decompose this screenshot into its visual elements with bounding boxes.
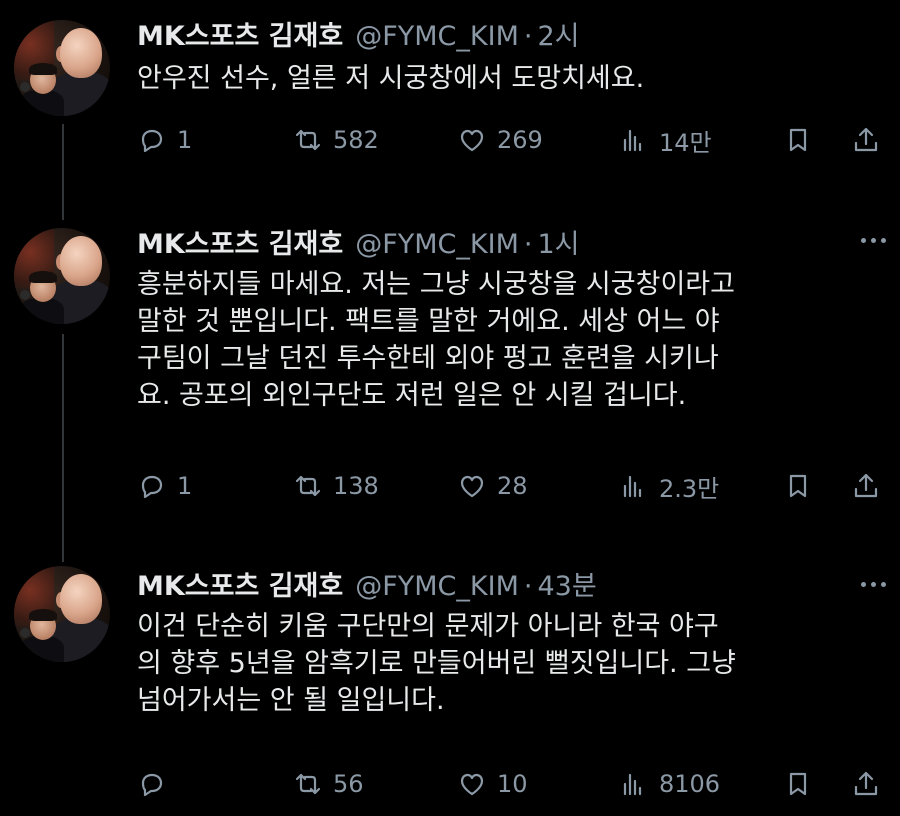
tweet-header: MK스포츠 김재호 @FYMC_KIM · 2시 [137,14,580,53]
avatar[interactable] [14,228,110,324]
tweet-text-line: 구팀이 그날 던진 투수한테 외야 펑고 훈련을 시키나 [137,343,719,374]
display-name[interactable]: MK스포츠 김재호 [137,14,343,53]
tweet[interactable]: MK스포츠 김재호 @FYMC_KIM · 43분 이건 단순히 키움 구단만의… [0,552,900,816]
like-button[interactable]: 28 [457,468,528,504]
like-count: 28 [497,472,528,500]
tweet-text-line: 이건 단순히 키움 구단만의 문제가 아니라 한국 야구 [137,611,719,642]
share-icon [854,127,878,152]
separator-dot: · [523,229,533,260]
bookmark-icon [789,474,807,498]
timestamp[interactable]: 43분 [537,564,596,603]
timestamp[interactable]: 2시 [537,14,579,53]
tweet-text-line: 의 향후 5년을 암흑기로 만들어버린 뻘짓입니다. 그냥 [137,648,736,679]
tweet-text-line: 말한 것 뿐입니다. 팩트를 말한 거에요. 세상 어느 야 [137,306,720,337]
retweet-button[interactable]: 582 [293,122,379,158]
reply-count: 1 [177,472,193,500]
share-button[interactable] [851,122,881,158]
tweet-text-line: 안우진 선수, 얼른 저 시궁창에서 도망치세요. [137,63,645,94]
share-icon [854,473,878,498]
retweet-count: 138 [333,472,379,500]
views-button[interactable]: 8106 [619,766,720,802]
views-count: 2.3만 [659,474,720,503]
retweet-button[interactable]: 138 [293,468,379,504]
heart-icon [460,129,484,152]
views-count: 14만 [659,128,712,157]
reply-button[interactable] [137,766,177,802]
bookmark-button[interactable] [783,468,813,504]
heart-icon [460,475,484,498]
bookmark-icon [789,772,807,796]
bookmark-button[interactable] [783,766,813,802]
views-icon [623,773,642,796]
views-button[interactable]: 14만 [619,122,712,158]
tweet-text-line: 넘어가서는 안 될 일입니다. [137,685,445,716]
tweet[interactable]: MK스포츠 김재호 @FYMC_KIM · 1시 흥분하지들 마세요. 저는 그… [0,208,900,538]
reply-icon [141,129,163,153]
bookmark-icon [789,128,807,152]
bookmark-button[interactable] [783,122,813,158]
timestamp[interactable]: 1시 [537,222,579,261]
tweet-actions: 1 582 269 14만 [137,122,887,158]
more-button[interactable] [861,238,886,243]
display-name[interactable]: MK스포츠 김재호 [137,564,343,603]
more-button[interactable] [861,582,886,587]
user-handle[interactable]: @FYMC_KIM [355,21,519,52]
views-icon [623,475,642,498]
user-handle[interactable]: @FYMC_KIM [355,229,519,260]
tweet-actions: 1 138 28 2.3만 [137,468,887,504]
share-button[interactable] [851,468,881,504]
retweet-count: 582 [333,126,379,154]
retweet-icon [295,773,321,795]
separator-dot: · [523,571,533,602]
user-handle[interactable]: @FYMC_KIM [355,571,519,602]
reply-icon [141,475,163,499]
tweet-header: MK스포츠 김재호 @FYMC_KIM · 1시 [137,222,580,261]
tweet-text: 흥분하지들 마세요. 저는 그냥 시궁창을 시궁창이라고 말한 것 뿐입니다. … [137,266,882,414]
like-button[interactable]: 269 [457,122,543,158]
like-button[interactable]: 10 [457,766,528,802]
tweet-text: 이건 단순히 키움 구단만의 문제가 아니라 한국 야구 의 향후 5년을 암흑… [137,608,882,719]
retweet-icon [295,129,321,151]
heart-icon [460,773,484,796]
share-icon [854,771,878,796]
tweet-actions: 56 10 8106 [137,766,887,802]
reply-button[interactable]: 1 [137,122,192,158]
reply-icon [141,773,163,797]
retweet-button[interactable]: 56 [293,766,364,802]
display-name[interactable]: MK스포츠 김재호 [137,222,343,261]
retweet-icon [295,475,321,497]
tweet-text-line: 요. 공포의 외인구단도 저런 일은 안 시킬 겁니다. [137,380,687,411]
more-icon [861,238,866,243]
tweet-text: 안우진 선수, 얼른 저 시궁창에서 도망치세요. [137,60,882,97]
views-count: 8106 [659,770,721,798]
avatar[interactable] [14,566,110,662]
views-button[interactable]: 2.3만 [619,468,719,504]
tweet[interactable]: MK스포츠 김재호 @FYMC_KIM · 2시 안우진 선수, 얼른 저 시궁… [0,0,900,200]
tweet-text-line: 흥분하지들 마세요. 저는 그냥 시궁창을 시궁창이라고 [137,269,735,300]
avatar[interactable] [14,20,110,116]
reply-button[interactable]: 1 [137,468,192,504]
share-button[interactable] [851,766,881,802]
retweet-count: 56 [333,770,364,798]
tweet-header: MK스포츠 김재호 @FYMC_KIM · 43분 [137,564,597,603]
views-icon [623,129,642,152]
like-count: 269 [497,126,543,154]
more-icon [861,582,866,587]
like-count: 10 [497,770,528,798]
separator-dot: · [523,21,533,52]
reply-count: 1 [177,126,193,154]
